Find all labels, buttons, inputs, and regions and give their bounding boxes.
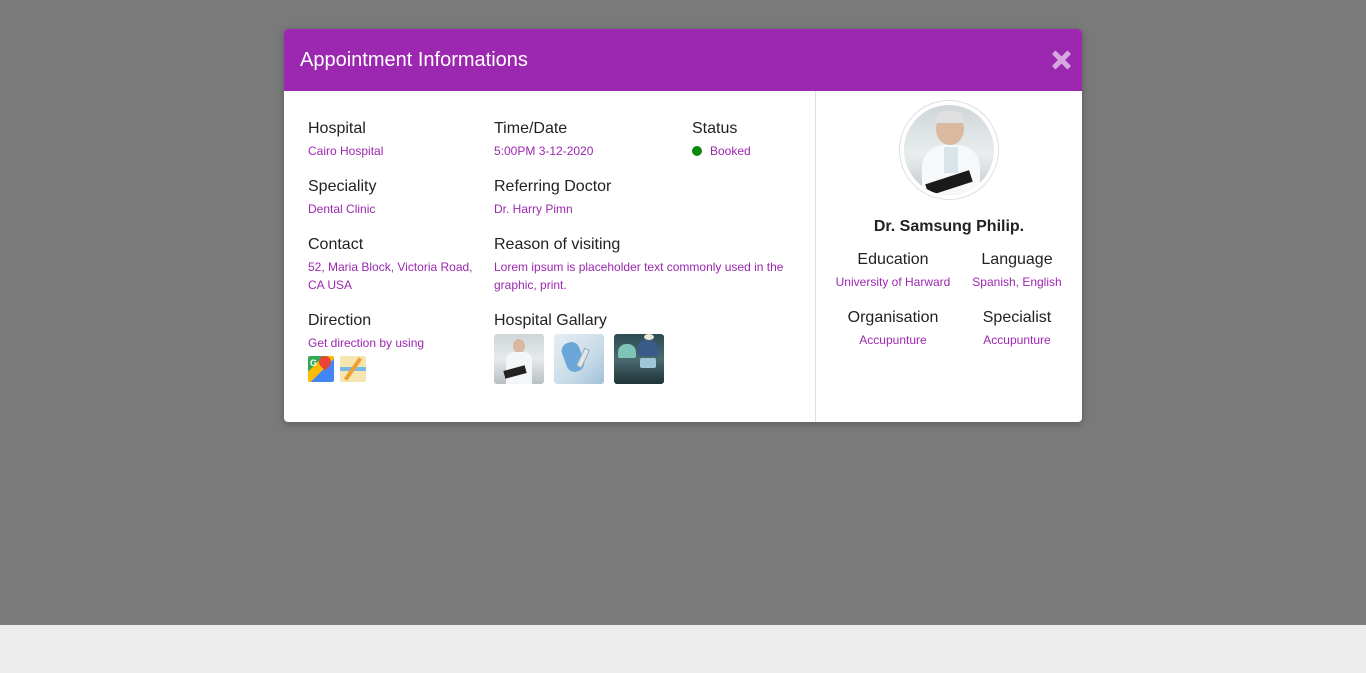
education-field: Education University of Harward (828, 250, 958, 291)
status-dot-icon (692, 146, 702, 156)
appointment-details: Hospital Cairo Hospital Time/Date 5:00PM… (284, 91, 816, 422)
reason-label: Reason of visiting (494, 236, 621, 253)
reason-field: Reason of visiting Lorem ipsum is placeh… (494, 235, 794, 294)
direction-field: Direction Get direction by using G (308, 311, 424, 382)
hospital-gallery (494, 334, 664, 384)
direction-label: Direction (308, 312, 372, 329)
gallery-label: Hospital Gallary (494, 312, 607, 329)
modal-body: Hospital Cairo Hospital Time/Date 5:00PM… (284, 91, 1082, 422)
contact-value: 52, Maria Block, Victoria Road, CA USA (308, 260, 473, 292)
modal-title: Appointment Informations (300, 48, 528, 71)
apple-maps-icon[interactable] (340, 356, 366, 382)
education-label: Education (857, 251, 929, 268)
close-icon[interactable] (1050, 49, 1072, 71)
gallery-thumb-lab[interactable] (554, 334, 604, 384)
status-field: Status Booked (692, 119, 751, 160)
doctor-name: Dr. Samsung Philip. (873, 218, 1025, 235)
time-label: Time/Date (494, 120, 568, 137)
status-row: Booked (692, 142, 751, 160)
specialist-label: Specialist (982, 309, 1052, 326)
google-maps-icon[interactable]: G (308, 356, 334, 382)
doctor-panel: Dr. Samsung Philip. Education University… (816, 91, 1082, 422)
language-label: Language (981, 251, 1053, 268)
referring-doctor-field: Referring Doctor Dr. Harry Pimn (494, 177, 611, 218)
hospital-field: Hospital Cairo Hospital (308, 119, 383, 160)
time-field: Time/Date 5:00PM 3-12-2020 (494, 119, 593, 160)
organisation-value: Accupunture (859, 333, 927, 347)
modal-header: Appointment Informations (284, 29, 1082, 91)
appointment-modal: Appointment Informations Hospital Cairo … (284, 29, 1082, 422)
gallery-field: Hospital Gallary (494, 311, 664, 384)
direction-value: Get direction by using (308, 336, 425, 350)
status-value: Booked (710, 144, 751, 158)
referring-doctor-value: Dr. Harry Pimn (494, 202, 573, 216)
specialist-value: Accupunture (983, 333, 1051, 347)
specialist-field: Specialist Accupunture (952, 308, 1082, 349)
time-value: 5:00PM 3-12-2020 (494, 144, 594, 158)
contact-label: Contact (308, 236, 364, 253)
language-value: Spanish, English (972, 275, 1062, 289)
map-icons: G (308, 356, 424, 382)
referring-doctor-label: Referring Doctor (494, 178, 612, 195)
organisation-label: Organisation (847, 309, 939, 326)
contact-field: Contact 52, Maria Block, Victoria Road, … (308, 235, 478, 294)
organisation-field: Organisation Accupunture (828, 308, 958, 349)
speciality-label: Speciality (308, 178, 377, 195)
speciality-field: Speciality Dental Clinic (308, 177, 376, 218)
status-label: Status (692, 120, 738, 137)
gallery-thumb-doctor[interactable] (494, 334, 544, 384)
hospital-label: Hospital (308, 120, 366, 137)
doctor-avatar (900, 101, 998, 199)
gallery-thumb-surgery[interactable] (614, 334, 664, 384)
reason-value: Lorem ipsum is placeholder text commonly… (494, 260, 784, 292)
education-value: University of Harward (835, 275, 951, 289)
hospital-value: Cairo Hospital (308, 144, 384, 158)
speciality-value: Dental Clinic (308, 202, 376, 216)
language-field: Language Spanish, English (952, 250, 1082, 291)
